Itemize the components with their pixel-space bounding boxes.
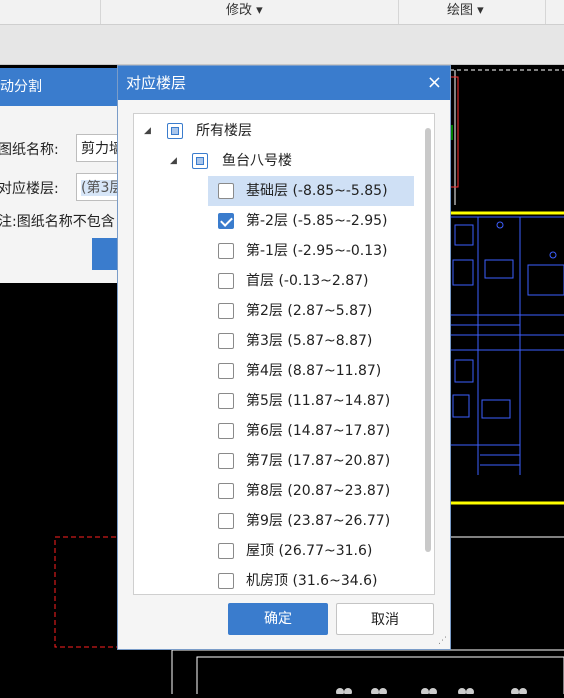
floor-checkbox[interactable] [218, 333, 234, 349]
floor-tree: ◢ 所有楼层 ◢ 鱼台八号楼 基础层 (-8.85~-5.85) 第-2层 (-5… [133, 113, 435, 595]
floor-mapping-dialog: 对应楼层 × ◢ 所有楼层 ◢ 鱼台八号楼 基础层 (-8.85~-5.85) 第… [117, 65, 451, 650]
floor-item[interactable]: 第4层 (8.87~11.87) [208, 356, 414, 386]
floor-checkbox[interactable] [218, 363, 234, 379]
floor-label: 第2层 (2.87~5.87) [246, 303, 373, 319]
note-text: 注:图纸名称不包含 [0, 214, 115, 230]
floor-checkbox[interactable] [218, 303, 234, 319]
floor-checkbox[interactable] [218, 573, 234, 589]
floor-label: 首层 (-0.13~2.87) [246, 273, 369, 289]
floor-item[interactable]: 第2层 (2.87~5.87) [208, 296, 414, 326]
red-dashed-region [54, 536, 126, 648]
floor-item[interactable]: 第6层 (14.87~17.87) [208, 416, 414, 446]
tree-node-building[interactable]: ◢ 鱼台八号楼 [134, 146, 424, 176]
floor-checkbox[interactable] [218, 513, 234, 529]
floor-plan [450, 216, 564, 475]
floor-label: 对应楼层: [0, 181, 59, 197]
floor-item[interactable]: 基础层 (-8.85~-5.85) [208, 176, 414, 206]
toolbar-separator [100, 0, 101, 24]
auto-split-dialog-title: 动分割 [0, 68, 120, 106]
ok-button[interactable]: 确定 [228, 603, 328, 635]
cancel-button[interactable]: 取消 [336, 603, 434, 635]
tree-scrollbar[interactable] [425, 128, 431, 552]
modify-menu[interactable]: 修改 ▾ [226, 0, 263, 24]
floor-checkbox[interactable] [218, 243, 234, 259]
draw-menu[interactable]: 绘图 ▾ [447, 0, 484, 24]
floor-item[interactable]: 第3层 (5.87~8.87) [208, 326, 414, 356]
floor-label: 基础层 (-8.85~-5.85) [246, 183, 388, 199]
top-toolbar: 修改 ▾ 绘图 ▾ [0, 0, 564, 25]
close-icon[interactable]: × [427, 66, 442, 100]
floor-item[interactable]: 屋顶 (26.77~31.6) [208, 536, 414, 566]
tree-node-label: 鱼台八号楼 [222, 153, 292, 169]
tree-node-label: 所有楼层 [196, 123, 252, 139]
floor-item[interactable]: 首层 (-0.13~2.87) [208, 266, 414, 296]
floor-item[interactable]: 第8层 (20.87~23.87) [208, 476, 414, 506]
auto-split-dialog: 动分割 图纸名称: 剪力墙 对应楼层: (第3层 注:图纸名称不包含 [0, 68, 136, 283]
dimension-glyphs [336, 688, 527, 696]
floor-checkbox[interactable] [218, 423, 234, 439]
resize-grip-icon[interactable]: ⋰ [438, 637, 447, 646]
floor-label: 第7层 (17.87~20.87) [246, 453, 391, 469]
expand-arrow-icon[interactable]: ◢ [144, 116, 154, 146]
all-floors-checkbox[interactable] [167, 123, 183, 139]
floor-item[interactable]: 第-2层 (-5.85~-2.95) [208, 206, 414, 236]
floor-checkbox[interactable] [218, 213, 234, 229]
floor-label: 第3层 (5.87~8.87) [246, 333, 373, 349]
drawing-name-label: 图纸名称: [0, 142, 59, 158]
tree-node-all-floors[interactable]: ◢ 所有楼层 [134, 116, 424, 146]
toolbar-separator [398, 0, 399, 24]
floor-label: 第-1层 (-2.95~-0.13) [246, 243, 388, 259]
floor-checkbox[interactable] [218, 483, 234, 499]
floor-label: 屋顶 (26.77~31.6) [246, 543, 373, 559]
floor-checkbox[interactable] [218, 453, 234, 469]
toolbar-separator [545, 0, 546, 24]
floor-checkbox[interactable] [218, 183, 234, 199]
floor-label: 第5层 (11.87~14.87) [246, 393, 391, 409]
dialog-title: 对应楼层 [126, 74, 187, 92]
floor-label: 机房顶 (31.6~34.6) [246, 573, 378, 589]
dialog-title-bar[interactable]: 对应楼层 × [118, 66, 450, 100]
floor-label: 第9层 (23.87~26.77) [246, 513, 391, 529]
floor-item[interactable]: 机房顶 (31.6~34.6) [208, 566, 414, 594]
floor-checkbox[interactable] [218, 543, 234, 559]
floor-item[interactable]: 第5层 (11.87~14.87) [208, 386, 414, 416]
floor-label: 第4层 (8.87~11.87) [246, 363, 382, 379]
floor-label: 第8层 (20.87~23.87) [246, 483, 391, 499]
ribbon-bar [0, 25, 564, 65]
building-checkbox[interactable] [192, 153, 208, 169]
floor-label: 第-2层 (-5.85~-2.95) [246, 213, 388, 229]
floor-checkbox[interactable] [218, 273, 234, 289]
floor-item[interactable]: 第7层 (17.87~20.87) [208, 446, 414, 476]
expand-arrow-icon[interactable]: ◢ [170, 146, 180, 176]
plan-outline [446, 211, 564, 505]
floor-item[interactable]: 第9层 (23.87~26.77) [208, 506, 414, 536]
floor-label: 第6层 (14.87~17.87) [246, 423, 391, 439]
floor-item[interactable]: 第-1层 (-2.95~-0.13) [208, 236, 414, 266]
floor-checkbox[interactable] [218, 393, 234, 409]
